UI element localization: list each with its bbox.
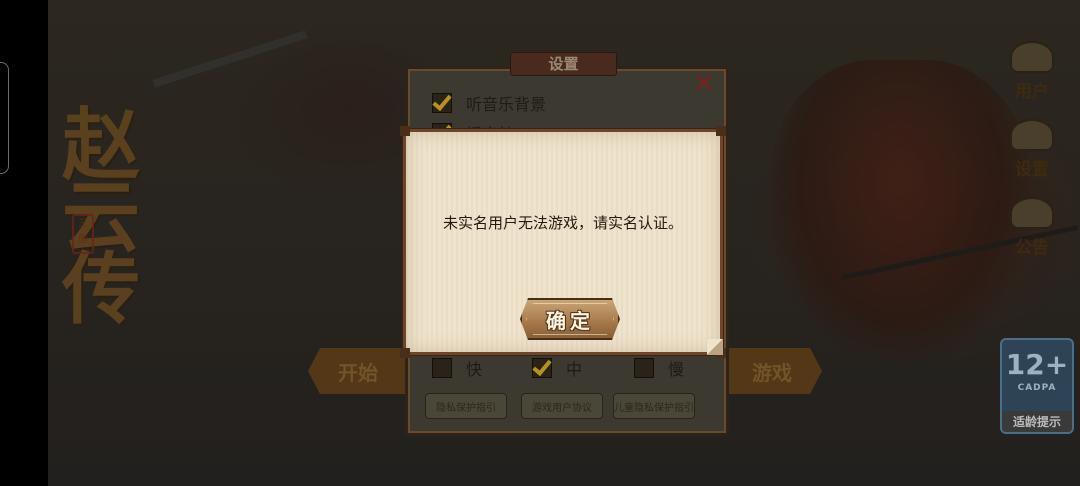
side-menu-notice[interactable]: 公告 [1002,192,1062,258]
side-menu-settings[interactable]: 设置 [1002,114,1062,180]
page-curl-decoration [707,339,723,355]
close-icon[interactable]: ✕ [692,71,716,97]
option-music[interactable]: 听音乐背景 [432,91,546,115]
device-bezel [0,0,48,486]
checkbox-icon[interactable] [432,358,452,378]
confirm-button-frame [526,303,614,335]
settings-title: 设置 [510,52,617,76]
side-menu: 用户 设置 公告 [1002,36,1062,270]
age-rating-badge[interactable]: 12+ CADPA 适龄提示 [1000,338,1074,434]
side-menu-user[interactable]: 用户 [1002,36,1062,102]
dialog-message: 未实名用户无法游戏，请实名认证。 [442,214,683,232]
checkbox-icon[interactable] [532,358,552,378]
dialog-corner [400,348,410,358]
speed-medium[interactable]: 中 [532,356,582,380]
gear-icon [1010,119,1054,151]
checkbox-icon[interactable] [634,358,654,378]
checkbox-icon[interactable] [432,93,452,113]
side-menu-label: 公告 [1015,238,1049,258]
notice-icon [1010,197,1054,229]
speed-label: 中 [566,360,583,379]
start-button-left[interactable]: 开始 [308,348,408,394]
age-rating-org: CADPA [1017,383,1057,393]
side-menu-label: 设置 [1015,160,1049,180]
option-label: 听音乐背景 [466,95,547,114]
dialog-corner [716,126,726,136]
speed-slow[interactable]: 慢 [634,356,684,380]
privacy-guide-button[interactable]: 隐私保护指引 [425,393,507,419]
speed-fast[interactable]: 快 [432,356,482,380]
speed-label: 慢 [668,360,685,379]
age-rating-number: 12+ [1005,348,1069,381]
start-right-label: 游戏 [752,360,792,385]
speed-label: 快 [466,360,483,379]
device-side-button [0,62,9,174]
logo-seal: 三国 [72,214,94,254]
age-rating-tip: 适龄提示 [1002,411,1072,432]
start-left-label: 开始 [338,360,378,385]
start-button-right[interactable]: 游戏 [722,348,822,394]
dialog-corner [400,126,410,136]
user-agreement-button[interactable]: 游戏用户协议 [521,393,603,419]
child-privacy-button[interactable]: 儿童隐私保护指引 [613,393,695,419]
user-icon [1010,41,1054,73]
side-menu-label: 用户 [1015,82,1049,102]
real-name-dialog: 未实名用户无法游戏，请实名认证。 确定 [400,126,726,358]
confirm-button[interactable]: 确定 [520,298,620,340]
footer-fine-print [310,462,830,480]
